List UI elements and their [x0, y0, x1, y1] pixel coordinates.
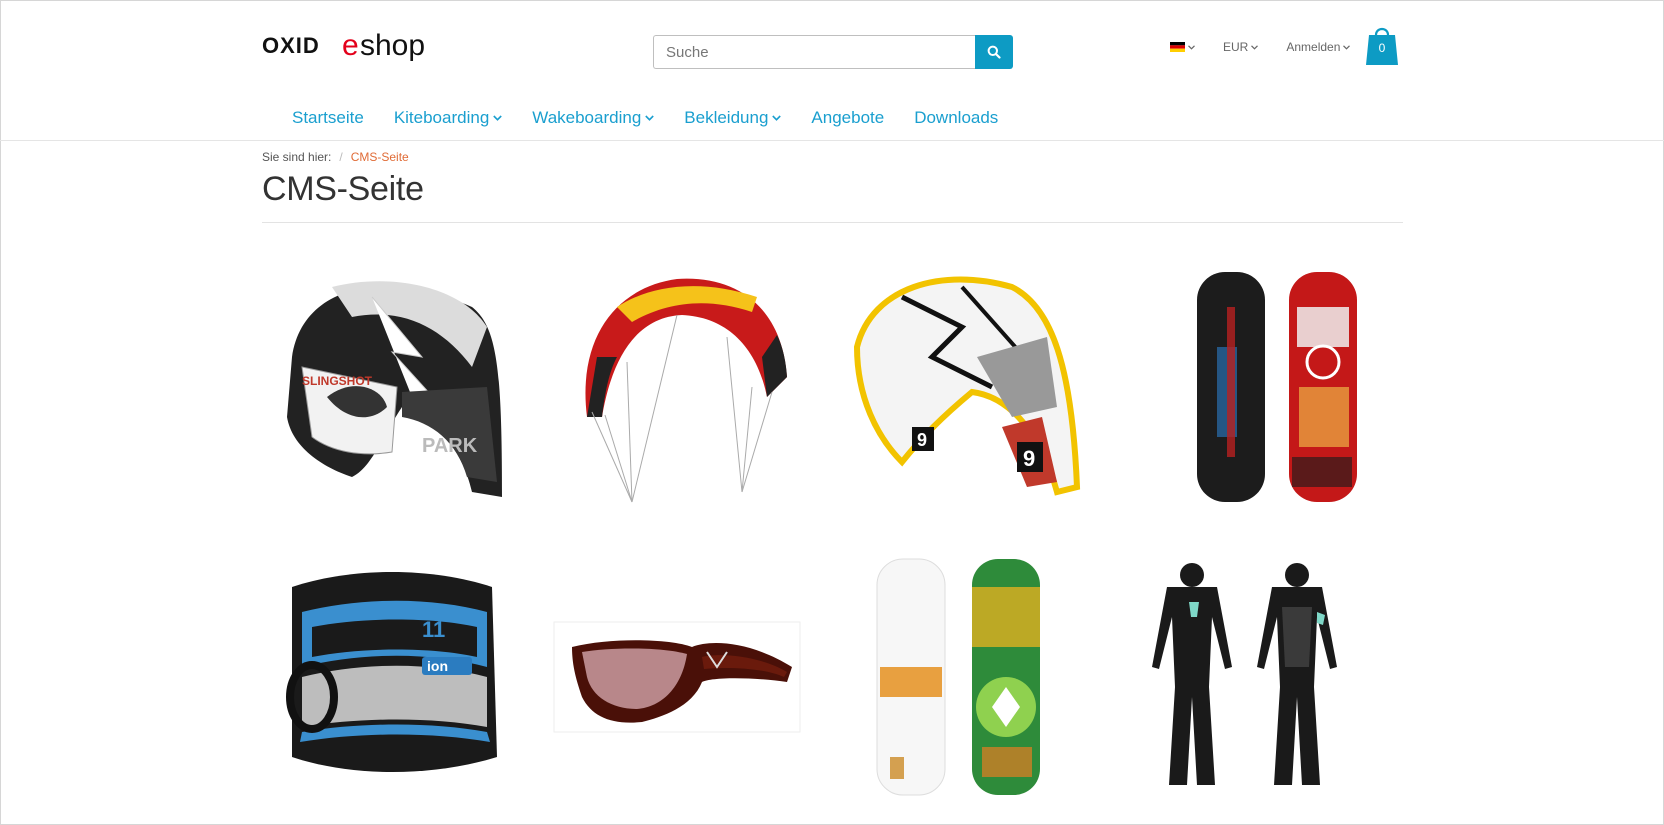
- chevron-down-icon: [1343, 44, 1351, 50]
- svg-text:9: 9: [917, 430, 927, 450]
- svg-text:11: 11: [422, 617, 445, 642]
- main-navigation: Startseite Kiteboarding Wakeboarding Bek…: [292, 108, 1028, 128]
- search-button[interactable]: [975, 35, 1013, 69]
- nav-item-angebote[interactable]: Angebote: [811, 108, 884, 128]
- product-tile[interactable]: PARK SLINGSHOT: [262, 262, 522, 512]
- currency-selector[interactable]: EUR: [1223, 40, 1259, 54]
- nav-item-label: Downloads: [914, 108, 999, 127]
- wetsuit-image: [1152, 563, 1337, 785]
- breadcrumb-prefix: Sie sind hier:: [262, 150, 332, 164]
- product-tile[interactable]: [547, 552, 807, 802]
- svg-text:SLINGSHOT: SLINGSHOT: [302, 374, 373, 388]
- kite-park-image: PARK SLINGSHOT: [287, 281, 502, 497]
- nav-item-label: Startseite: [292, 108, 364, 127]
- title-divider: [262, 222, 1403, 223]
- logo-text-e: e: [342, 30, 359, 62]
- chevron-down-icon: [772, 115, 782, 121]
- wakeboard-white-green-image: [876, 558, 1040, 796]
- page-title: CMS-Seite: [262, 170, 424, 208]
- chevron-down-icon: [493, 115, 503, 121]
- svg-text:ion: ion: [427, 658, 448, 674]
- product-tile[interactable]: [1117, 262, 1377, 512]
- nav-item-kiteboarding[interactable]: Kiteboarding: [393, 108, 503, 128]
- top-links: EUR Anmelden: [1170, 40, 1351, 54]
- cart-button[interactable]: 0: [1366, 25, 1398, 65]
- logo-text-oxid: OXID: [262, 33, 320, 58]
- breadcrumb: Sie sind hier: / CMS-Seite: [262, 150, 409, 164]
- site-header: OXID e shop EUR Anmelden: [0, 0, 1664, 141]
- nav-item-label: Bekleidung: [684, 108, 769, 127]
- nav-item-wakeboarding[interactable]: Wakeboarding: [532, 108, 655, 128]
- nav-item-bekleidung[interactable]: Bekleidung: [684, 108, 782, 128]
- nav-item-label: Wakeboarding: [532, 108, 642, 127]
- chevron-down-icon: [645, 115, 655, 121]
- sunglasses-image: [553, 621, 801, 733]
- wakeboard-dark-image: [1197, 272, 1357, 502]
- product-tile[interactable]: [832, 552, 1092, 802]
- breadcrumb-current: CMS-Seite: [350, 150, 409, 164]
- chevron-down-icon: [1251, 44, 1259, 50]
- kite-yellow-image: 9 9: [853, 276, 1081, 496]
- login-dropdown[interactable]: Anmelden: [1286, 40, 1351, 54]
- nav-item-label: Angebote: [811, 108, 885, 127]
- currency-label: EUR: [1223, 40, 1249, 54]
- breadcrumb-separator: /: [339, 150, 343, 164]
- kite-red-image: [585, 278, 787, 503]
- search-input[interactable]: [653, 35, 975, 69]
- harness-image: ion 11: [286, 572, 497, 772]
- search-form: [653, 35, 1013, 69]
- oxid-eshop-logo[interactable]: OXID e shop: [262, 30, 457, 64]
- svg-text:9: 9: [1023, 446, 1035, 471]
- chevron-down-icon: [1188, 44, 1195, 50]
- language-selector[interactable]: [1170, 42, 1195, 52]
- product-tile[interactable]: [1117, 552, 1377, 802]
- cart-count: 0: [1378, 41, 1386, 55]
- nav-item-startseite[interactable]: Startseite: [292, 108, 364, 128]
- product-tile[interactable]: 9 9: [832, 262, 1092, 512]
- product-tile[interactable]: [547, 262, 807, 512]
- nav-item-downloads[interactable]: Downloads: [914, 108, 998, 128]
- login-label: Anmelden: [1286, 40, 1341, 54]
- svg-text:PARK: PARK: [422, 435, 478, 457]
- logo-text-shop: shop: [360, 30, 425, 62]
- nav-item-label: Kiteboarding: [393, 108, 490, 127]
- search-icon: [987, 45, 1001, 59]
- flag-de-icon: [1170, 42, 1185, 52]
- product-tile[interactable]: ion 11: [262, 552, 522, 802]
